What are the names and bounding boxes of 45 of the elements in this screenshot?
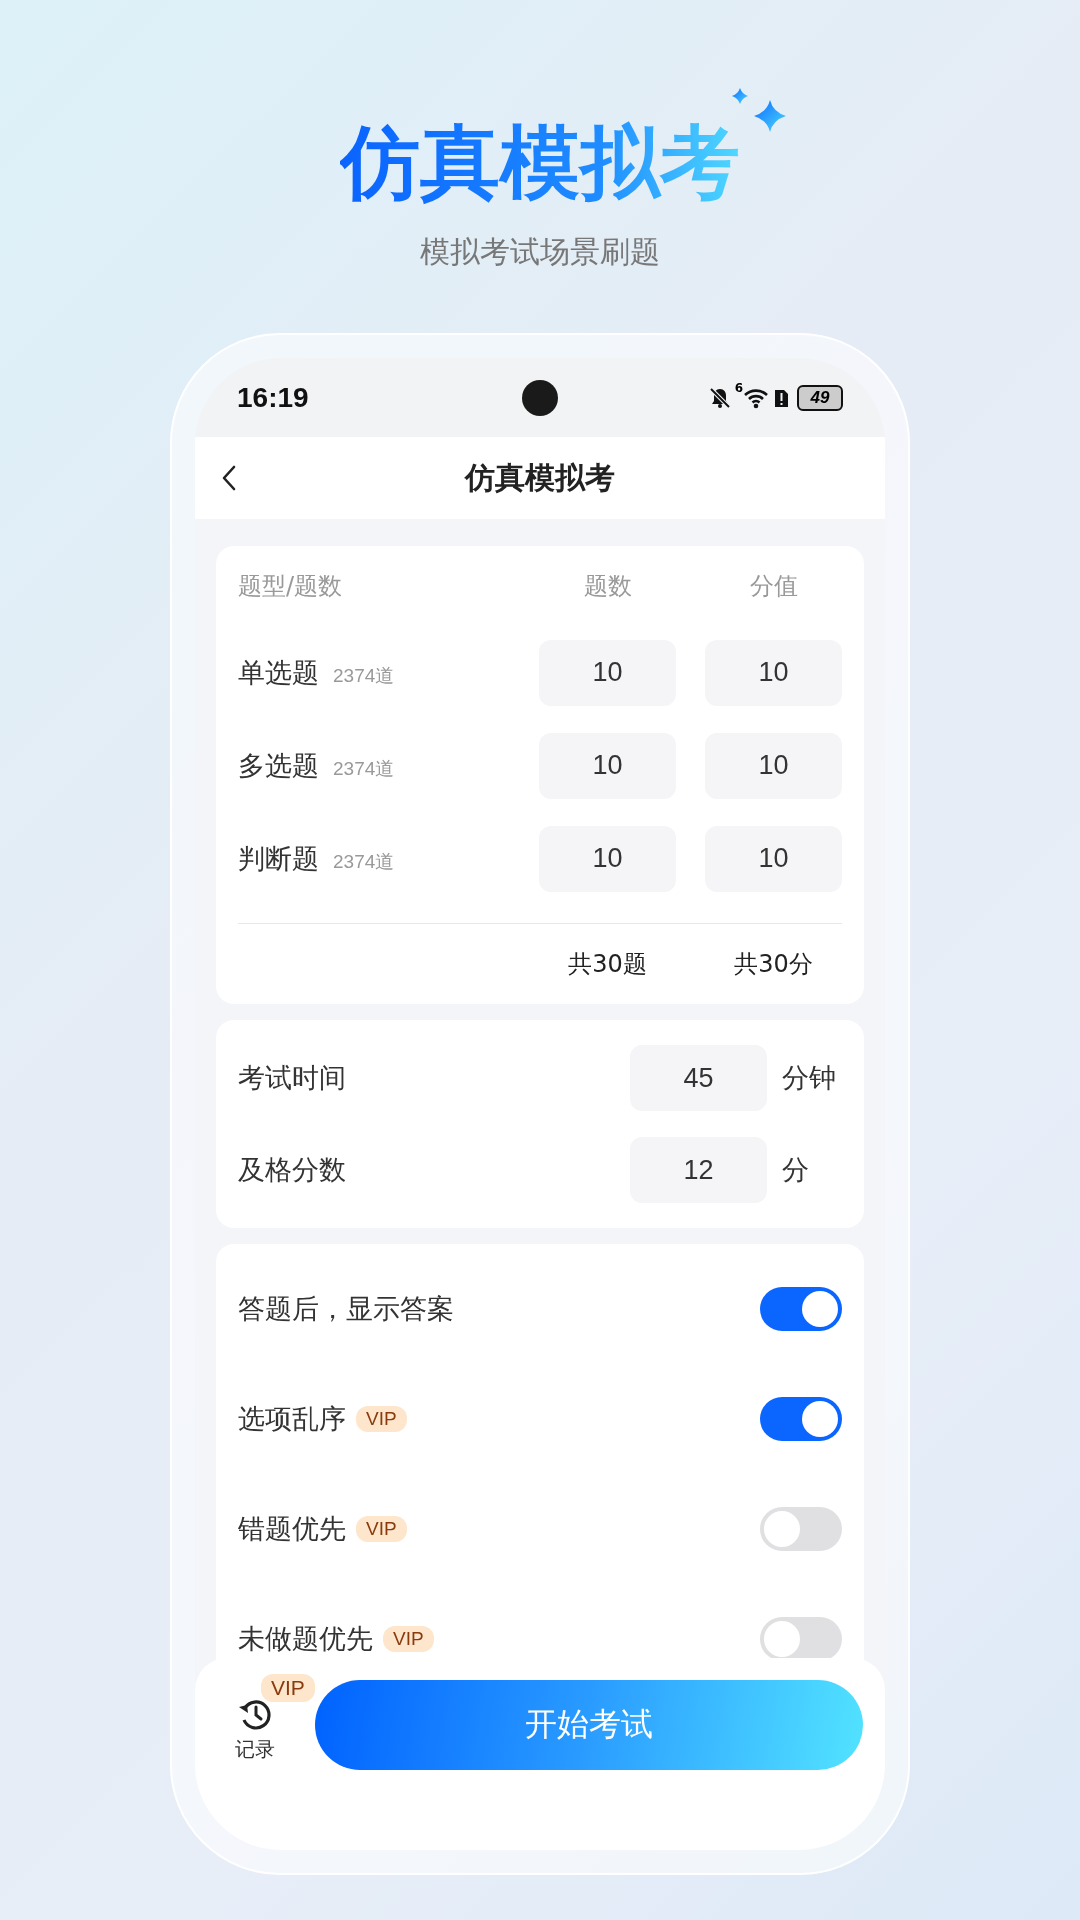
option-label: 错题优先 — [238, 1512, 346, 1546]
battery-icon: 49 — [797, 384, 843, 411]
vip-badge: VIP — [383, 1626, 434, 1652]
unit-label: 分 — [782, 1153, 810, 1187]
question-type: 单选题 — [238, 655, 319, 690]
wifi-icon — [743, 386, 769, 409]
score-field[interactable]: 10 — [705, 732, 842, 799]
status-time: 16:19 — [237, 381, 309, 414]
option-label: 选项乱序 — [238, 1402, 346, 1436]
page-title: 仿真模拟考 — [465, 458, 615, 497]
toggle-switch[interactable] — [760, 1617, 842, 1661]
toggle-switch[interactable] — [760, 1507, 842, 1551]
back-icon[interactable] — [221, 464, 237, 492]
count-field[interactable]: 10 — [539, 639, 676, 706]
toggle-switch[interactable] — [760, 1397, 842, 1441]
question-type: 判断题 — [238, 841, 319, 876]
vip-badge: VIP — [356, 1406, 407, 1432]
column-header: 题数 — [582, 571, 633, 602]
question-count: 2374道 — [333, 849, 395, 874]
setting-field[interactable]: 12 — [630, 1137, 767, 1203]
total-questions: 共30题 — [567, 949, 648, 980]
setting-label: 及格分数 — [238, 1153, 347, 1187]
option-label: 未做题优先 — [238, 1622, 373, 1656]
setting-field[interactable]: 45 — [630, 1045, 767, 1111]
vip-badge: VIP — [261, 1674, 315, 1702]
total-score: 共30分 — [733, 949, 814, 980]
network-label: 6 — [734, 380, 743, 395]
column-header: 分值 — [748, 571, 799, 602]
count-field[interactable]: 10 — [539, 825, 676, 892]
toggle-switch[interactable] — [760, 1287, 842, 1331]
vip-badge: VIP — [356, 1516, 407, 1542]
bell-muted-icon — [708, 386, 731, 409]
column-header: 题型/题数 — [238, 571, 344, 602]
option-label: 答题后，显示答案 — [238, 1292, 454, 1326]
question-count: 2374道 — [333, 756, 395, 781]
question-count: 2374道 — [333, 663, 395, 688]
score-field[interactable]: 10 — [705, 825, 842, 892]
record-label[interactable]: 记录 — [235, 1736, 275, 1763]
promo-subtitle: 模拟考试场景刷题 — [420, 233, 660, 271]
setting-label: 考试时间 — [238, 1061, 347, 1095]
question-type: 多选题 — [238, 748, 319, 783]
score-field[interactable]: 10 — [705, 639, 842, 706]
count-field[interactable]: 10 — [539, 732, 676, 799]
unit-label: 分钟 — [782, 1061, 837, 1095]
camera-hole — [522, 380, 558, 416]
